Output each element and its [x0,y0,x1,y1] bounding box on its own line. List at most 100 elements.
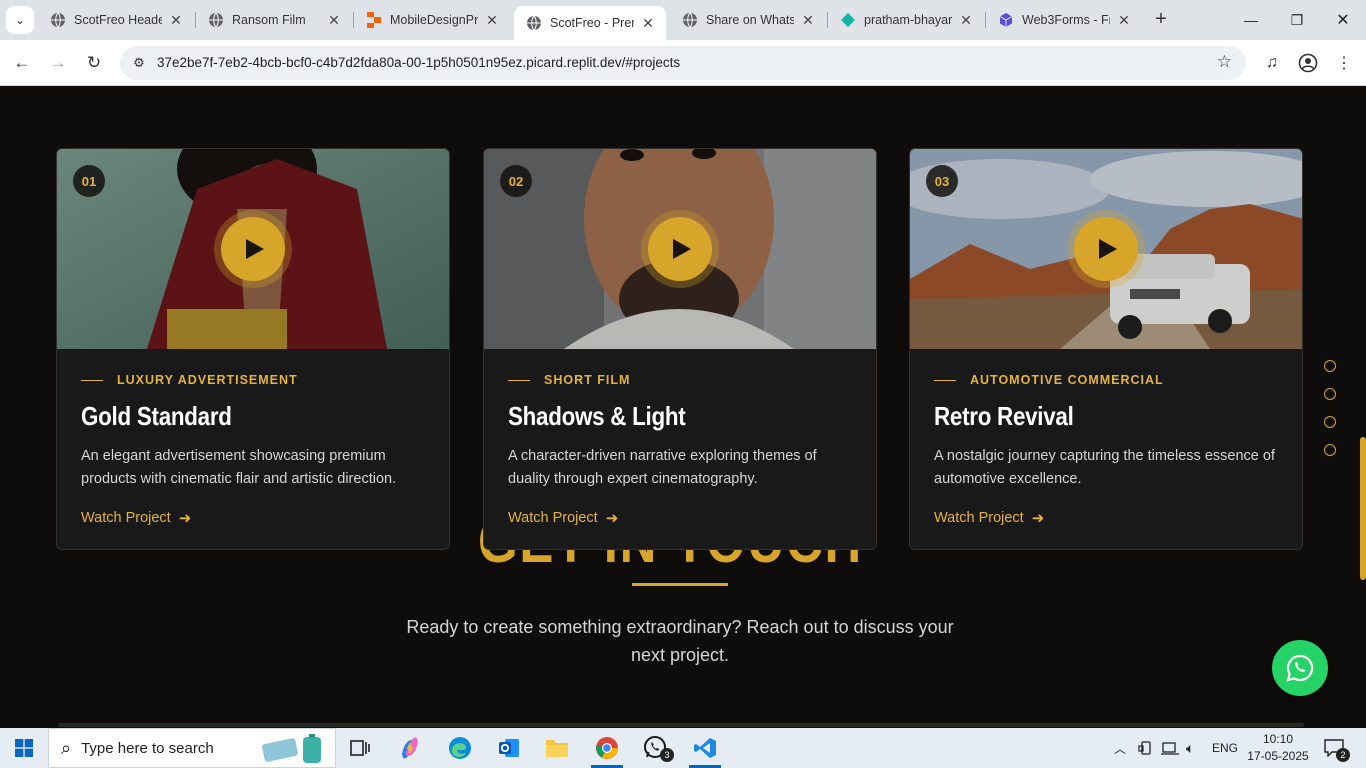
copilot-app[interactable] [386,728,434,768]
close-tab-icon[interactable]: ✕ [800,12,816,29]
whatsapp-app[interactable]: 3 [632,728,680,768]
chrome-app[interactable] [583,728,631,768]
close-tab-icon[interactable]: ✕ [168,12,184,29]
project-title: Shadows & Light [508,401,686,431]
tab-search-button[interactable]: ⌄ [6,6,34,34]
tab-title: pratham-bhayar [864,13,952,27]
clock-date: 17-05-2025 [1247,749,1309,763]
notifications-button[interactable]: 2 [1324,728,1350,768]
tab-scotfreo-header[interactable]: ScotFreo Header ✕ [38,4,194,36]
watch-project-link[interactable]: Watch Project ➜ [508,509,618,527]
tab-share-whatsapp[interactable]: Share on Whats ✕ [670,4,826,36]
contact-subtitle: Ready to create something extraordinary?… [406,617,954,665]
vscode-app[interactable] [681,728,729,768]
tab-pratham[interactable]: pratham-bhayar ✕ [828,4,984,36]
close-tab-icon[interactable]: ✕ [640,15,656,32]
play-icon [246,239,264,259]
tab-scotfreo-premium[interactable]: ScotFreo - Prem ✕ [514,6,666,40]
tab-title: Ransom Film [232,13,306,27]
start-button[interactable] [0,728,48,768]
search-placeholder: Type here to search [81,739,214,757]
project-card: 01 LUXURY ADVERTISEMENT Gold Standard An… [56,148,450,550]
section-dot[interactable] [1324,360,1336,372]
language-indicator[interactable]: ENG [1212,728,1238,768]
globe-icon [526,15,542,31]
tab-title: Web3Forms - Fr [1022,13,1110,27]
category-label: AUTOMOTIVE COMMERCIAL [970,373,1164,387]
travel-decoration-icon [262,734,321,763]
volume-icon[interactable]: 🔈︎ [1186,728,1194,768]
tab-ransom-film[interactable]: Ransom Film ✕ [196,4,352,36]
replit-icon [366,12,382,28]
reload-button[interactable]: ↻ [81,50,107,76]
watch-project-label: Watch Project [81,510,171,526]
whatsapp-button[interactable] [1272,640,1328,696]
globe-icon [208,12,224,28]
network-icon[interactable] [1161,728,1179,768]
project-description: An elegant advertisement showcasing prem… [81,448,397,487]
project-card: 03 AUTOMOTIVE COMMERCIAL Retro Revival A… [909,148,1303,550]
project-title: Retro Revival [934,401,1074,431]
section-dot[interactable] [1324,388,1336,400]
windows-taskbar: ⌕ Type here to search 3 ︿ 🔈︎ ENG 10:10 1… [0,728,1366,768]
site-info-icon[interactable]: ⚙ [130,54,148,72]
project-title: Gold Standard [81,401,232,431]
page-scrollbar[interactable] [1360,437,1366,580]
whatsapp-icon [1286,654,1314,682]
watch-project-link[interactable]: Watch Project ➜ [934,509,1044,527]
close-tab-icon[interactable]: ✕ [326,12,342,29]
watch-project-label: Watch Project [934,510,1024,526]
play-button[interactable] [221,217,285,281]
bookmark-star-icon[interactable]: ☆ [1217,52,1232,72]
category-label: SHORT FILM [544,373,631,387]
system-clock[interactable]: 10:10 17-05-2025 [1236,731,1320,765]
close-tab-icon[interactable]: ✕ [1116,12,1132,29]
play-button[interactable] [1074,217,1138,281]
new-tab-button[interactable]: + [1150,8,1172,32]
watch-project-link[interactable]: Watch Project ➜ [81,509,191,527]
outlook-icon [499,739,519,757]
tab-title: ScotFreo - Prem [550,16,634,30]
tab-mobile-design[interactable]: MobileDesignPr ✕ [354,4,510,36]
url-text[interactable]: 37e2be7f-7eb2-4bcb-bcf0-c4b7d2fda80a-00-… [157,55,680,70]
tab-web3forms[interactable]: Web3Forms - Fr ✕ [986,4,1142,36]
project-category: AUTOMOTIVE COMMERCIAL [934,373,1164,387]
category-label: LUXURY ADVERTISEMENT [117,373,298,387]
back-button[interactable]: ← [9,50,35,76]
project-card: 02 SHORT FILM Shadows & Light A characte… [483,148,877,550]
tab-title: MobileDesignPr [390,13,478,27]
show-hidden-icons[interactable]: ︿ [1114,728,1126,768]
minimize-button[interactable]: — [1228,0,1274,40]
arrow-right-icon: ➜ [605,510,619,527]
task-view-icon [350,740,370,756]
section-dot[interactable] [1324,444,1336,456]
globe-icon [682,12,698,28]
tab-title: Share on Whats [706,13,794,27]
next-section-edge [58,723,1304,727]
close-window-button[interactable]: ✕ [1320,0,1366,40]
play-icon [673,239,691,259]
play-button[interactable] [648,217,712,281]
section-nav-dots [1324,360,1336,472]
close-tab-icon[interactable]: ✕ [958,12,974,29]
project-category: LUXURY ADVERTISEMENT [81,373,298,387]
profile-icon[interactable] [1297,52,1319,74]
restore-button[interactable]: ❐ [1274,0,1320,40]
media-control-icon[interactable]: ♫ [1261,52,1283,74]
task-view-button[interactable] [336,728,384,768]
outlook-app[interactable] [485,728,533,768]
search-icon: ⌕ [61,737,72,758]
section-dot[interactable] [1324,416,1336,428]
address-bar[interactable]: ⚙ 37e2be7f-7eb2-4bcb-bcf0-c4b7d2fda80a-0… [120,46,1246,80]
close-tab-icon[interactable]: ✕ [484,12,500,29]
file-explorer-app[interactable] [533,728,581,768]
heading-underline [632,583,728,586]
forward-button[interactable]: → [45,50,71,76]
taskbar-search[interactable]: ⌕ Type here to search [48,728,336,768]
device-icon[interactable] [1138,728,1154,768]
arrow-right-icon: ➜ [178,510,192,527]
project-number: 01 [73,165,105,197]
menu-kebab-icon[interactable]: ⋮ [1333,52,1355,74]
edge-app[interactable] [436,728,484,768]
vscode-icon [694,738,716,758]
